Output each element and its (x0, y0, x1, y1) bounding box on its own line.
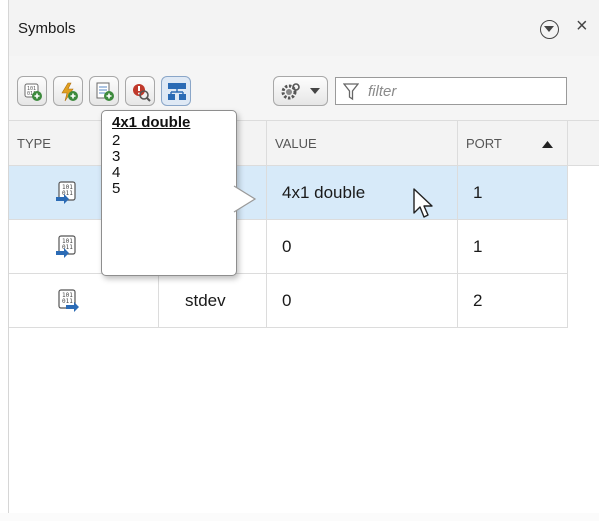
input-data-icon: 101 011 (56, 235, 76, 258)
add-data-symbol-button[interactable] (89, 76, 119, 106)
resolve-undefined-symbols-button[interactable] (125, 76, 155, 106)
value-tooltip: 4x1 double 2 3 4 5 (101, 110, 237, 276)
name-cell[interactable]: stdev (159, 274, 267, 327)
input-data-icon: 101 011 (56, 181, 76, 204)
tooltip-line: 5 (112, 180, 121, 197)
sort-ascending-icon (542, 141, 553, 148)
panel-titlebar: Symbols × (9, 0, 599, 56)
add-event-symbol-button[interactable] (53, 76, 83, 106)
svg-text:011: 011 (62, 190, 73, 197)
output-data-icon: 101 011 (58, 289, 79, 312)
tooltip-line: 2 (112, 132, 121, 149)
table-row[interactable]: 101 011 vals 4x1 double 1 (9, 166, 568, 220)
column-header-filler (568, 121, 599, 166)
bottom-strip (0, 513, 599, 521)
svg-text:011: 011 (62, 244, 73, 251)
svg-text:011: 011 (62, 298, 73, 305)
type-cell: 101 011 (9, 274, 159, 327)
symbols-toolbar: 101 011 (9, 56, 599, 120)
symbols-panel: Symbols × 101 011 filter TYPE VALUE PORT… (8, 0, 599, 513)
column-header-port[interactable]: PORT (458, 121, 568, 166)
table-header: TYPE NAME VALUE PORT (9, 120, 599, 166)
settings-dropdown-button[interactable] (273, 76, 328, 106)
close-icon[interactable]: × (576, 15, 588, 38)
port-cell[interactable]: 1 (458, 220, 568, 273)
value-cell[interactable]: 0 (267, 274, 458, 327)
column-header-port-label: PORT (466, 136, 502, 151)
tooltip-header: 4x1 double (112, 114, 191, 131)
panel-title: Symbols (18, 20, 76, 37)
port-cell[interactable]: 1 (458, 166, 568, 219)
mouse-cursor-icon (413, 188, 433, 218)
filter-field[interactable] (335, 77, 567, 105)
add-event-symbol-icon (61, 82, 78, 102)
add-input-symbol-icon: 101 011 (24, 83, 42, 101)
value-cell[interactable]: 0 (267, 220, 458, 273)
filter-input[interactable] (366, 81, 561, 101)
symbol-hierarchy-icon (168, 83, 186, 100)
panel-menu-icon[interactable] (540, 20, 559, 39)
resolve-undefined-symbols-icon (133, 84, 151, 102)
gear-icon (281, 83, 300, 100)
chevron-down-icon (310, 88, 320, 94)
add-data-symbol-icon (96, 82, 114, 101)
tooltip-line: 4 (112, 164, 121, 181)
port-cell[interactable]: 2 (458, 274, 568, 327)
tooltip-line: 3 (112, 148, 121, 165)
table-row[interactable]: 101 011 mean 0 1 (9, 220, 568, 274)
tooltip-pointer-icon (233, 185, 257, 213)
symbol-hierarchy-button[interactable] (161, 76, 191, 106)
filter-funnel-icon (343, 83, 359, 101)
symbols-table: TYPE NAME VALUE PORT 101 011 vals (9, 120, 599, 513)
table-row[interactable]: 101 011 stdev 0 2 (9, 274, 568, 328)
column-header-value[interactable]: VALUE (267, 121, 458, 166)
add-input-symbol-button[interactable]: 101 011 (17, 76, 47, 106)
